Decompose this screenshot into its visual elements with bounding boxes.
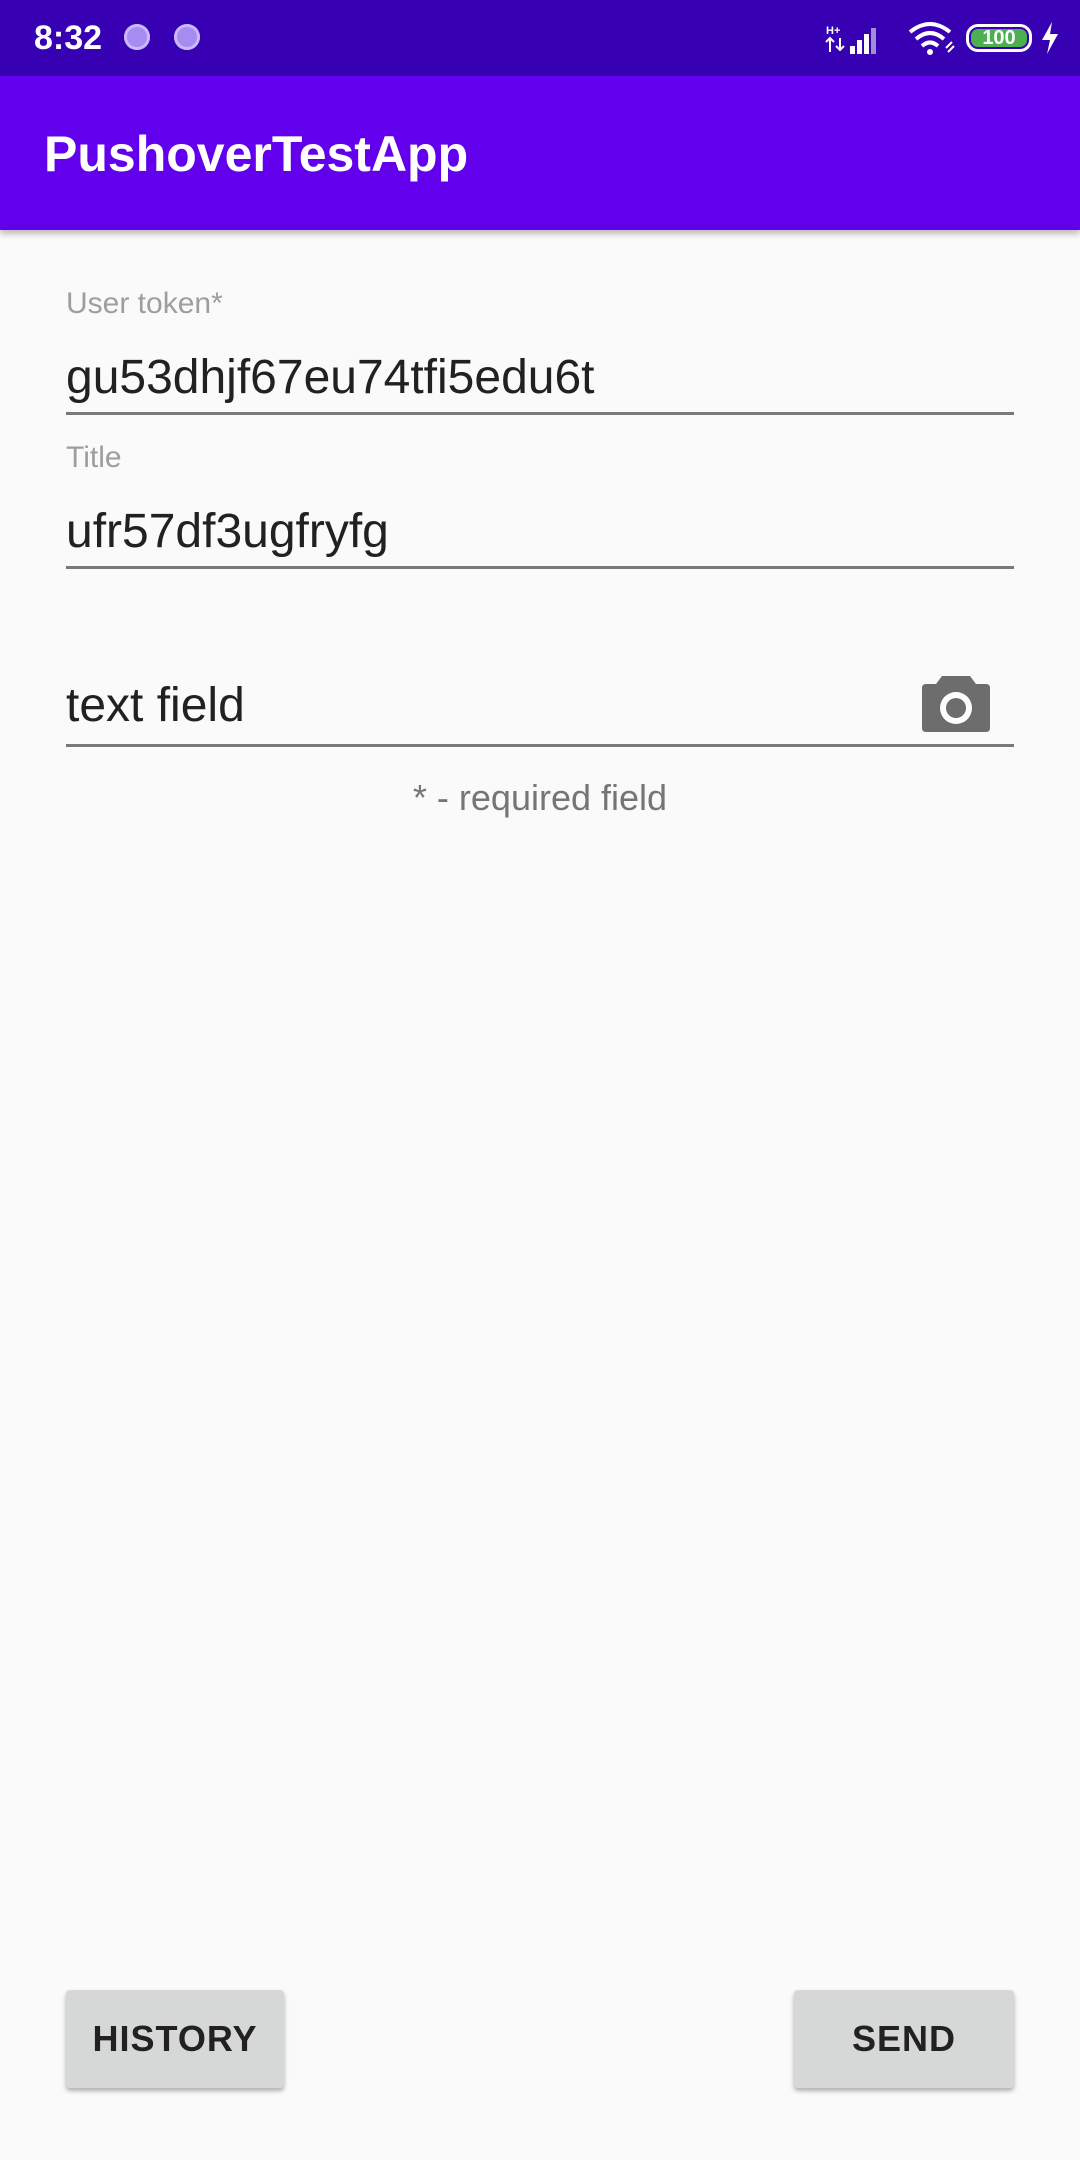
message-underline (66, 744, 1014, 747)
title-label: Title (66, 441, 122, 474)
wifi-icon (908, 22, 955, 55)
svg-text:H+: H+ (826, 25, 840, 37)
app-title: PushoverTestApp (44, 126, 469, 182)
signal-icon: H+ (825, 25, 876, 54)
notification-icon (174, 24, 200, 50)
user-token-underline (66, 412, 1014, 415)
send-button[interactable]: SEND (794, 1990, 1014, 2088)
app-bar: PushoverTestApp (0, 76, 1080, 230)
title-underline (66, 566, 1014, 569)
user-token-field[interactable]: User token* gu53dhjf67eu74tfi5edu6t (66, 282, 1014, 422)
history-button[interactable]: HISTORY (66, 1990, 284, 2088)
user-token-label: User token* (66, 287, 223, 320)
user-token-input[interactable]: gu53dhjf67eu74tfi5edu6t (66, 350, 595, 406)
status-bar: 8:32 H+ 100 (0, 0, 1080, 76)
screen: 8:32 H+ 100 PushoverTestApp User token* … (0, 0, 1080, 2160)
title-input[interactable]: ufr57df3ugfryfg (66, 504, 389, 560)
battery-level: 100 (982, 27, 1016, 49)
camera-icon[interactable] (920, 672, 992, 734)
required-field-hint: * - required field (412, 777, 668, 818)
title-field[interactable]: Title ufr57df3ugfryfg (66, 436, 1014, 576)
message-field[interactable]: text field (66, 660, 1014, 752)
charging-icon (1042, 22, 1058, 54)
status-time: 8:32 (34, 19, 103, 57)
notification-icon (124, 24, 150, 50)
message-input[interactable]: text field (66, 678, 245, 734)
